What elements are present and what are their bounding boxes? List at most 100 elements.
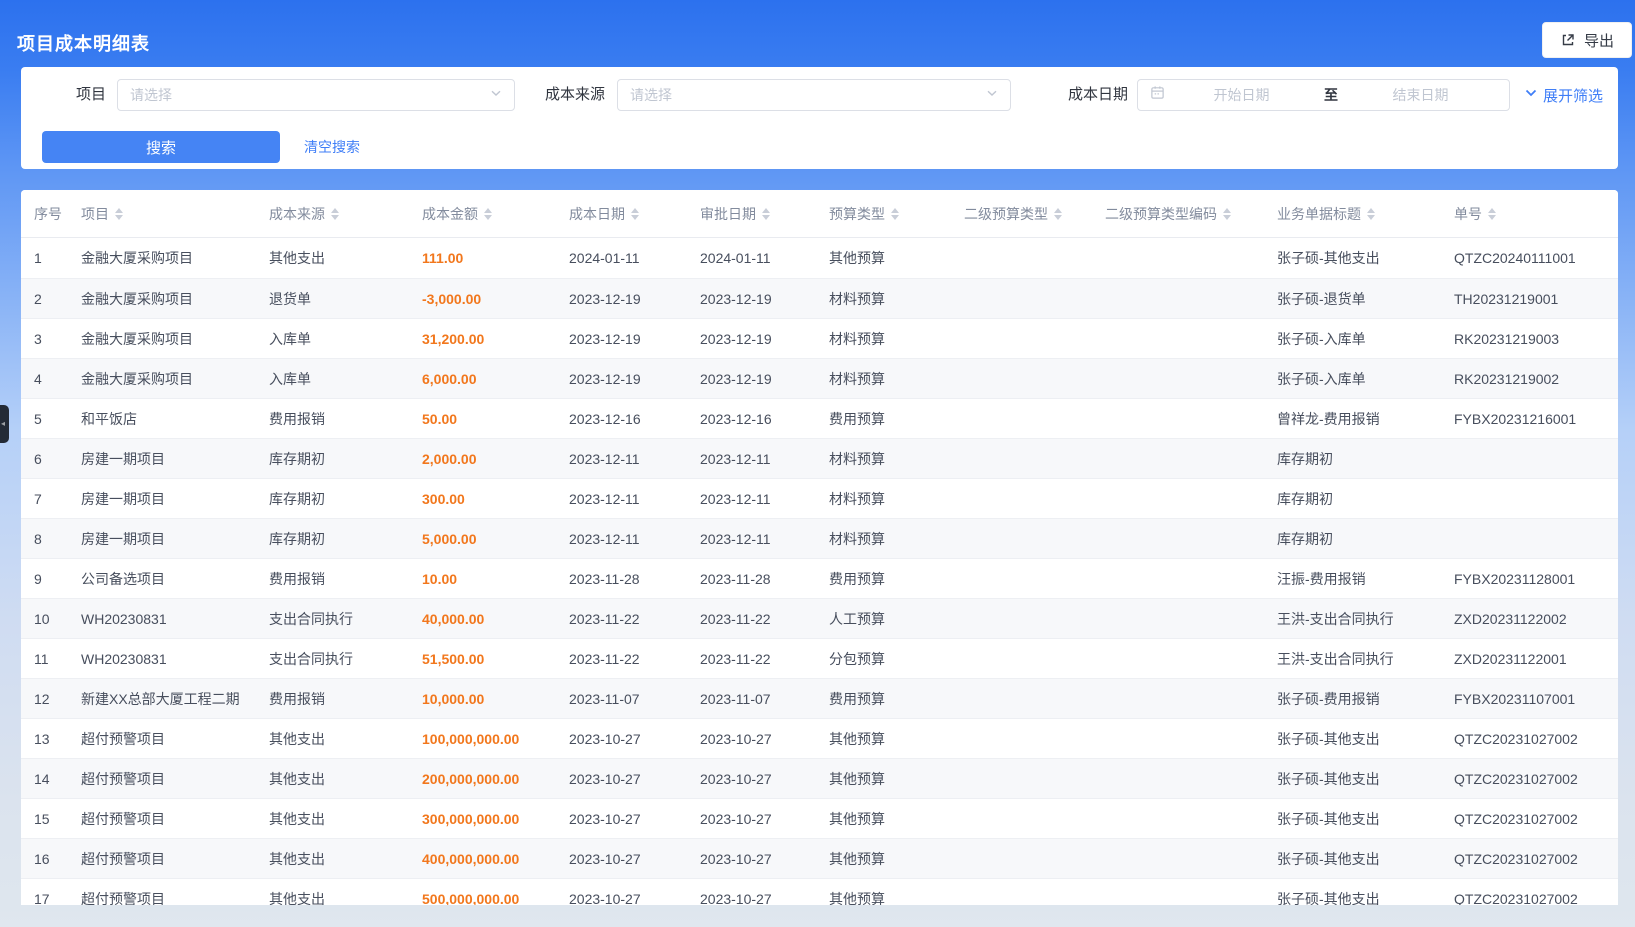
expand-filters-link[interactable]: 展开筛选 [1524, 79, 1603, 111]
cell-doc-no: QTZC20231027002 [1454, 771, 1618, 787]
cell-cost-date: 2023-10-27 [569, 731, 700, 747]
cell-cost-source: 其他支出 [269, 769, 422, 789]
chevron-down-icon [490, 86, 502, 104]
column-header-sub-budget-code[interactable]: 二级预算类型编码 [1105, 204, 1277, 224]
cell-project: 金融大厦采购项目 [81, 329, 269, 349]
cell-cost-date: 2023-12-11 [569, 451, 700, 467]
table-row[interactable]: 13超付预警项目其他支出100,000,000.002023-10-272023… [21, 718, 1618, 758]
cell-cost-source: 库存期初 [269, 529, 422, 549]
sort-icon[interactable] [1367, 208, 1375, 220]
cell-approval-date: 2024-01-11 [700, 250, 829, 266]
sort-icon[interactable] [631, 208, 639, 220]
cell-cost-date: 2023-10-27 [569, 851, 700, 867]
table-row[interactable]: 17超付预警项目其他支出500,000,000.002023-10-272023… [21, 878, 1618, 905]
column-header-amount[interactable]: 成本金额 [422, 204, 569, 224]
cell-doc-title: 张子硕-费用报销 [1277, 689, 1454, 709]
cell-amount: -3,000.00 [422, 291, 569, 307]
cost-detail-table: 序号项目 成本来源成本金额 成本日期审批日期预算类型二级预算类型二级预算类型编码业务… [21, 190, 1618, 905]
cell-project: 金融大厦采购项目 [81, 369, 269, 389]
column-header-label: 项目 [81, 204, 109, 224]
column-header-cost-source[interactable]: 成本来源 [269, 204, 422, 224]
expand-filters-label: 展开筛选 [1543, 85, 1603, 106]
cell-approval-date: 2023-12-11 [700, 491, 829, 507]
column-header-approval-date[interactable]: 审批日期 [700, 204, 829, 224]
cell-approval-date: 2023-12-16 [700, 411, 829, 427]
cell-approval-date: 2023-12-19 [700, 371, 829, 387]
drawer-toggle-handle[interactable]: ◂ [0, 405, 9, 443]
table-row[interactable]: 1金融大厦采购项目其他支出111.002024-01-112024-01-11其… [21, 238, 1618, 278]
column-header-budget-type[interactable]: 预算类型 [829, 204, 964, 224]
search-button[interactable]: 搜索 [42, 131, 280, 163]
column-header-doc-title[interactable]: 业务单据标题 [1277, 204, 1454, 224]
export-button[interactable]: 导出 [1542, 22, 1632, 58]
cell-budget-type: 材料预算 [829, 369, 964, 389]
table-row[interactable]: 5和平饭店费用报销50.002023-12-162023-12-16费用预算曾祥… [21, 398, 1618, 438]
cell-doc-title: 库存期初 [1277, 489, 1454, 509]
export-icon [1560, 32, 1576, 48]
cell-budget-type: 其他预算 [829, 729, 964, 749]
table-row[interactable]: 15超付预警项目其他支出300,000,000.002023-10-272023… [21, 798, 1618, 838]
date-range-separator: 至 [1318, 85, 1344, 105]
cell-doc-title: 张子硕-其他支出 [1277, 809, 1454, 829]
cell-cost-date: 2023-10-27 [569, 811, 700, 827]
table-row[interactable]: 8房建一期项目库存期初5,000.002023-12-112023-12-11材… [21, 518, 1618, 558]
cell-approval-date: 2023-10-27 [700, 891, 829, 906]
table-row[interactable]: 7房建一期项目库存期初300.002023-12-112023-12-11材料预… [21, 478, 1618, 518]
cell-approval-date: 2023-12-19 [700, 331, 829, 347]
column-header-label: 序号 [34, 204, 62, 224]
sort-icon[interactable] [484, 208, 492, 220]
cell-doc-title: 曾祥龙-费用报销 [1277, 409, 1454, 429]
cell-project: 超付预警项目 [81, 769, 269, 789]
cell-project: 新建XX总部大厦工程二期 [81, 689, 269, 709]
table-row[interactable]: 2金融大厦采购项目退货单-3,000.002023-12-192023-12-1… [21, 278, 1618, 318]
cell-cost-date: 2023-12-19 [569, 371, 700, 387]
sort-icon[interactable] [891, 208, 899, 220]
cell-approval-date: 2023-10-27 [700, 731, 829, 747]
table-row[interactable]: 11WH20230831支出合同执行51,500.002023-11-22202… [21, 638, 1618, 678]
sort-icon[interactable] [762, 208, 770, 220]
cell-doc-title: 张子硕-入库单 [1277, 329, 1454, 349]
cell-cost-date: 2023-12-11 [569, 491, 700, 507]
cost-date-range-input[interactable]: 开始日期 至 结束日期 [1137, 79, 1510, 111]
cell-budget-type: 材料预算 [829, 329, 964, 349]
cell-cost-source: 其他支出 [269, 729, 422, 749]
table-row[interactable]: 12新建XX总部大厦工程二期费用报销10,000.002023-11-07202… [21, 678, 1618, 718]
clear-search-link[interactable]: 清空搜索 [304, 131, 360, 163]
project-filter-label: 项目 [76, 79, 106, 111]
column-header-project[interactable]: 项目 [81, 204, 269, 224]
cell-doc-no: FYBX20231216001 [1454, 411, 1618, 427]
table-row[interactable]: 6房建一期项目库存期初2,000.002023-12-112023-12-11材… [21, 438, 1618, 478]
table-row[interactable]: 14超付预警项目其他支出200,000,000.002023-10-272023… [21, 758, 1618, 798]
table-row[interactable]: 10WH20230831支出合同执行40,000.002023-11-22202… [21, 598, 1618, 638]
cell-amount: 6,000.00 [422, 371, 569, 387]
column-header-index: 序号 [34, 204, 81, 224]
table-row[interactable]: 4金融大厦采购项目入库单6,000.002023-12-192023-12-19… [21, 358, 1618, 398]
cell-doc-no: FYBX20231128001 [1454, 571, 1618, 587]
table-row[interactable]: 9公司备选项目费用报销10.002023-11-282023-11-28费用预算… [21, 558, 1618, 598]
cell-cost-source: 退货单 [269, 289, 422, 309]
column-header-doc-no[interactable]: 单号 [1454, 204, 1618, 224]
sort-icon[interactable] [1054, 208, 1062, 220]
sort-icon[interactable] [115, 208, 123, 220]
sort-icon[interactable] [1223, 208, 1231, 220]
cell-approval-date: 2023-10-27 [700, 811, 829, 827]
cell-budget-type: 其他预算 [829, 769, 964, 789]
cell-approval-date: 2023-12-11 [700, 451, 829, 467]
project-select[interactable]: 请选择 [117, 79, 515, 111]
cell-budget-type: 材料预算 [829, 289, 964, 309]
page-title: 项目成本明细表 [17, 30, 150, 56]
column-header-cost-date[interactable]: 成本日期 [569, 204, 700, 224]
cell-cost-source: 库存期初 [269, 449, 422, 469]
column-header-label: 成本金额 [422, 204, 478, 224]
cost-source-select[interactable]: 请选择 [617, 79, 1011, 111]
table-row[interactable]: 16超付预警项目其他支出400,000,000.002023-10-272023… [21, 838, 1618, 878]
sort-icon[interactable] [331, 208, 339, 220]
cell-amount: 300.00 [422, 491, 569, 507]
cell-project: 公司备选项目 [81, 569, 269, 589]
table-row[interactable]: 3金融大厦采购项目入库单31,200.002023-12-192023-12-1… [21, 318, 1618, 358]
sort-icon[interactable] [1488, 208, 1496, 220]
cell-approval-date: 2023-11-22 [700, 651, 829, 667]
cell-cost-source: 其他支出 [269, 809, 422, 829]
cell-doc-no: QTZC20231027002 [1454, 891, 1618, 906]
column-header-sub-budget-type[interactable]: 二级预算类型 [964, 204, 1105, 224]
